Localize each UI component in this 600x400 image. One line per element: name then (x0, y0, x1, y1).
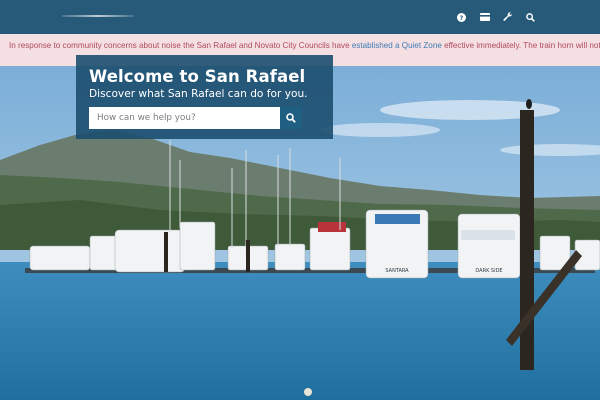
wrench-icon[interactable] (496, 9, 519, 25)
site-search-form (89, 107, 320, 129)
quiet-zone-link[interactable]: established a Quiet Zone (352, 41, 442, 50)
welcome-panel: Welcome to San Rafael Discover what San … (76, 55, 333, 139)
welcome-title: Welcome to San Rafael (89, 67, 306, 86)
site-search-button[interactable] (280, 107, 302, 129)
card-icon[interactable] (473, 9, 496, 25)
help-icon[interactable]: ? (450, 9, 473, 25)
search-icon[interactable] (519, 9, 542, 25)
site-logo[interactable] (62, 15, 134, 17)
site-search-input[interactable] (89, 107, 280, 129)
boat-name-santara: SANTARA (385, 268, 409, 274)
alert-text-end: effective immediately. The train horn wi… (444, 41, 600, 50)
header-utility-nav: ? (450, 9, 542, 25)
site-header: ? (0, 0, 600, 34)
boat-name-dark-side: DARK SIDE (475, 268, 502, 274)
welcome-subtitle: Discover what San Rafael can do for you. (89, 88, 308, 100)
svg-text:?: ? (460, 14, 464, 21)
alert-text-start: In response to community concerns about … (9, 41, 352, 50)
search-icon (286, 113, 296, 123)
